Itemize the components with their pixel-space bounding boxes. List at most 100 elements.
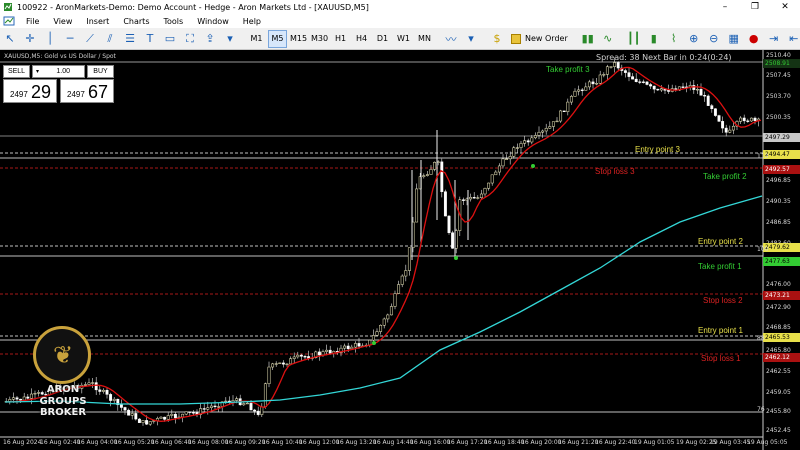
zoom-out-icon[interactable]: ⊖ [705,30,723,48]
candle-body [202,408,206,410]
candle-body [127,409,131,416]
y-tick: 2452.45 [766,427,791,434]
timeframe-m15[interactable]: M15 [289,30,308,48]
candle-body [209,405,213,408]
menu-insert[interactable]: Insert [79,17,116,26]
new-order-button[interactable]: New Order [507,30,572,48]
chart-shift-icon[interactable]: ⇤ [785,30,800,48]
bar-chart-icon[interactable]: ┃┃ [625,30,643,48]
crosshair-icon[interactable]: ✛ [21,30,39,48]
candle-body [739,117,743,122]
price-chart[interactable]: XAUUSD,M5: Gold vs US Dollar / Spot Spre… [0,50,800,450]
candle-body [591,81,595,85]
menu-tools[interactable]: Tools [156,17,190,26]
candle-body [137,418,141,423]
candle-body [217,406,221,408]
line-chart-icon[interactable]: ⌇ [665,30,683,48]
level-value: 100 [757,246,769,253]
buy-button[interactable]: BUY [87,65,114,78]
candle-body [652,85,656,90]
window-title: 100922 - AronMarkets-Demo: Demo Account … [17,2,369,12]
close-button[interactable]: ✕ [770,0,800,14]
timeframe-h4[interactable]: H4 [352,30,371,48]
x-tick: 16 Aug 10:40 [262,439,303,446]
text-tool-icon[interactable]: T [141,30,159,48]
timeframe-m5[interactable]: M5 [268,29,287,48]
chart-canvas[interactable] [0,50,800,450]
menu-bar: File View Insert Charts Tools Window Hel… [0,14,800,28]
timeframe-h1[interactable]: H1 [331,30,350,48]
menu-help[interactable]: Help [236,17,268,26]
menu-view[interactable]: View [46,17,79,26]
candle-body [281,362,285,365]
sell-price-box[interactable]: 2497 29 [3,79,57,103]
lot-down-arrow-icon[interactable]: ▾ [36,66,39,78]
algo-trading-icon[interactable]: ▮▮ [579,30,597,48]
y-tick: 2500.35 [766,114,791,121]
candle-body [242,403,246,406]
candle-body [634,78,638,82]
candle-body [501,158,505,167]
candle-body [667,90,671,92]
arrows-icon[interactable]: ⇪ [201,30,219,48]
candle-body [8,399,12,402]
label-tool-icon[interactable]: ▭ [161,30,179,48]
candle-body [490,174,494,184]
price-tag-entry-point-3: 2494.47 [763,150,800,159]
candle-body [551,121,555,127]
timeframe-m30[interactable]: M30 [310,30,329,48]
candle-body [404,270,408,277]
cursor-icon[interactable]: ↖ [1,30,19,48]
candle-body [577,89,581,92]
sell-price-prefix: 2497 [10,90,28,99]
chart-window-icon[interactable] [3,16,15,26]
candle-body [569,96,573,103]
candle-body [627,72,631,77]
candle-body [641,81,645,83]
x-tick: 19 Aug 03:45 [710,439,751,446]
candle-body [443,191,447,217]
signal-icon[interactable]: ∿ [599,30,617,48]
more-tools-icon[interactable]: ▾ [221,30,239,48]
timeframe-w1[interactable]: W1 [394,30,413,48]
lot-size-input[interactable]: ▾ 1.00 [32,65,85,78]
minimize-button[interactable]: – [710,0,740,14]
sell-button[interactable]: SELL [3,65,30,78]
restore-button[interactable]: ❐ [740,0,770,14]
tile-icon[interactable]: ▦ [725,30,743,48]
templates-icon[interactable]: ▾ [462,30,480,48]
timeframe-d1[interactable]: D1 [373,30,392,48]
candles-icon[interactable]: ▮ [645,30,663,48]
candle-body [109,394,113,401]
candle-body [609,66,613,68]
candle-body [224,400,228,403]
y-tick: 2472.90 [766,304,791,311]
horizontal-line-icon[interactable]: ─ [61,30,79,48]
x-tick: 16 Aug 08:00 [188,439,229,446]
candle-body [505,158,509,160]
buy-price-box[interactable]: 2497 67 [60,79,114,103]
expert-icon[interactable]: $ [488,30,506,48]
candle-body [731,125,735,131]
indicators-icon[interactable]: 〰 [442,30,460,48]
candle-body [134,413,138,420]
timeframe-m1[interactable]: M1 [247,30,266,48]
vertical-line-icon[interactable]: │ [41,30,59,48]
autoscroll-icon[interactable]: ⇥ [765,30,783,48]
candle-body [440,161,444,192]
candle-body [267,366,271,384]
timeframe-mn[interactable]: MN [415,30,434,48]
channel-icon[interactable]: ⫽ [101,30,119,48]
x-tick: 16 Aug 17:20 [447,439,488,446]
candle-body [371,335,375,341]
shapes-icon[interactable]: ⛶ [181,30,199,48]
menu-file[interactable]: File [19,17,46,26]
menu-window[interactable]: Window [190,17,236,26]
zoom-in-icon[interactable]: ⊕ [685,30,703,48]
y-tick: 2486.85 [766,219,791,226]
menu-charts[interactable]: Charts [116,17,156,26]
entry-marker [531,164,535,168]
fibonacci-icon[interactable]: ☰ [121,30,139,48]
trendline-icon[interactable]: ⟋ [81,30,99,48]
alerts-icon[interactable]: ● [745,30,763,48]
